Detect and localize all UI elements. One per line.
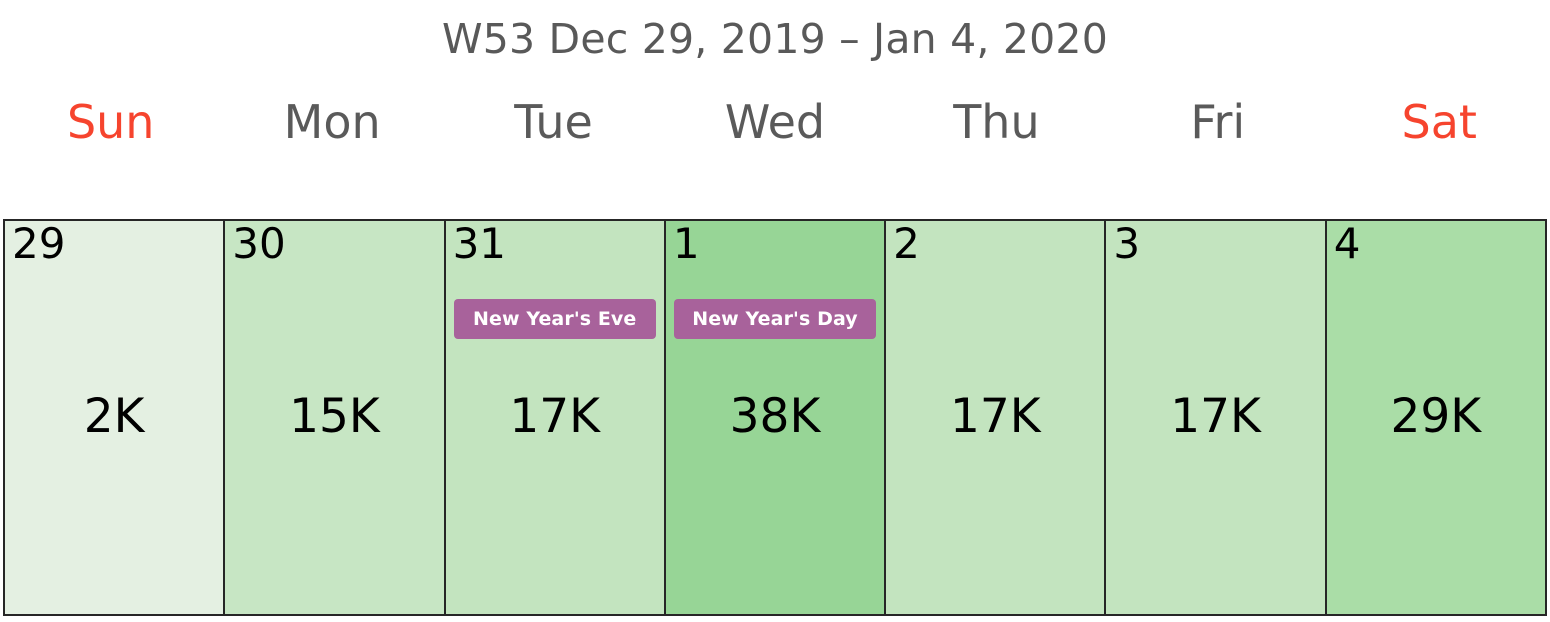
day-number: 3	[1113, 221, 1141, 268]
event-badge[interactable]: New Year's Eve	[453, 299, 656, 339]
event-badge[interactable]: New Year's Day	[673, 299, 877, 339]
calendar-header: W53 Dec 29, 2019 – Jan 4, 2020	[0, 0, 1550, 72]
weekday-header-mon: Mon	[283, 95, 381, 149]
day-cell[interactable]: 30 15K	[225, 221, 446, 614]
day-value: 15K	[289, 389, 380, 444]
day-cell[interactable]: 2 17K	[886, 221, 1107, 614]
weekday-header-thu: Thu	[953, 95, 1040, 149]
day-value: 38K	[729, 389, 821, 444]
day-value: 29K	[1390, 389, 1482, 444]
weekday-header-fri: Fri	[1190, 95, 1246, 149]
day-value: 17K	[1170, 389, 1261, 444]
weekday-header-sat: Sat	[1401, 95, 1477, 149]
day-cell[interactable]: 29 2K	[5, 221, 226, 614]
weekday-header-tue: Tue	[514, 95, 593, 149]
day-cell[interactable]: 31 New Year's Eve 17K	[445, 221, 666, 614]
day-value: 17K	[509, 389, 601, 444]
day-cell[interactable]: 1 New Year's Day 38K	[665, 221, 887, 614]
day-number: 30	[232, 221, 286, 268]
day-number: 31	[452, 221, 507, 268]
weekday-header-wed: Wed	[724, 95, 826, 149]
page-title: W53 Dec 29, 2019 – Jan 4, 2020	[442, 15, 1108, 63]
calendar-week-grid: 29 2K 30 15K 31 New Year's Eve 17K 1 New…	[3, 219, 1547, 616]
day-cell[interactable]: 4 29K	[1326, 221, 1545, 614]
day-number: 2	[893, 221, 920, 268]
weekday-header-row: Sun Mon Tue Wed Thu Fri Sat	[0, 72, 1550, 172]
day-value: 2K	[83, 389, 145, 444]
day-number: 29	[12, 221, 66, 268]
day-number: 4	[1333, 221, 1361, 268]
weekday-header-sun: Sun	[66, 95, 155, 149]
day-cell[interactable]: 3 17K	[1106, 221, 1327, 614]
day-value: 17K	[949, 389, 1041, 444]
day-number: 1	[672, 221, 700, 268]
